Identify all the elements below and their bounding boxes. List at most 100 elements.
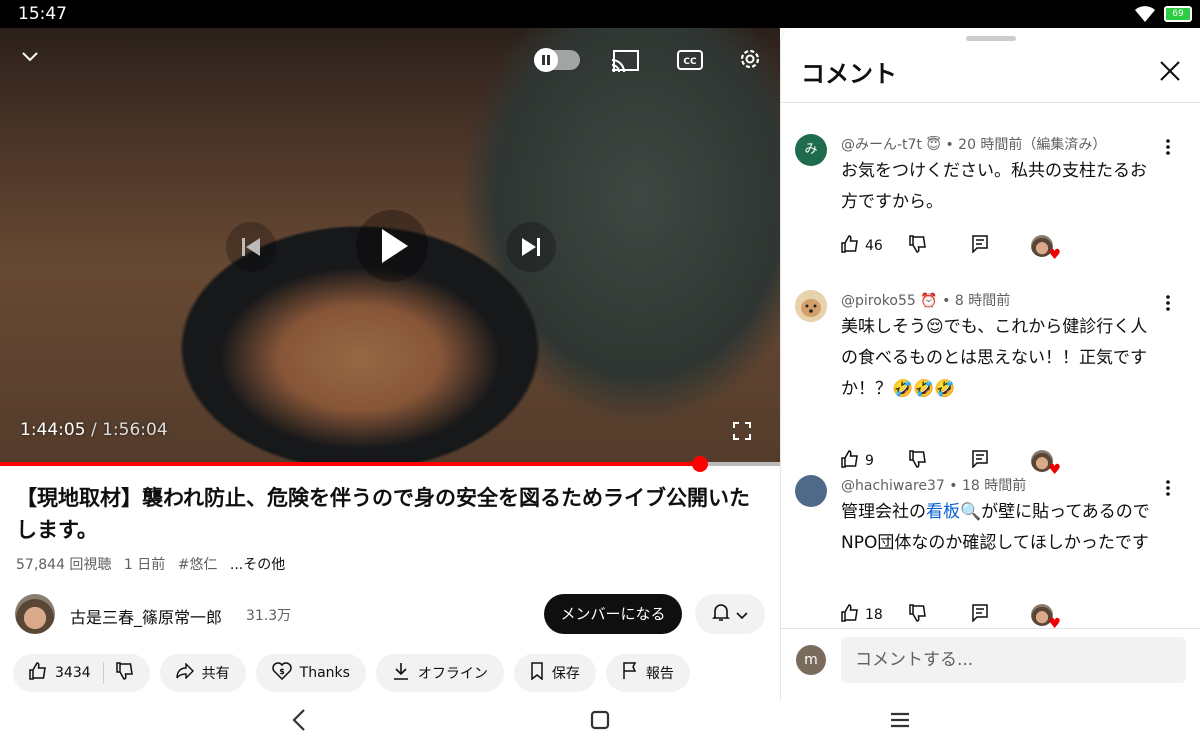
video-meta[interactable]: 57,844 回視聴 1 日前 #悠仁 ...その他: [16, 554, 293, 574]
comment-text-before: 管理会社の: [841, 502, 926, 522]
hashtag[interactable]: #悠仁: [178, 557, 218, 573]
fullscreen-icon[interactable]: [733, 422, 751, 444]
flag-icon: [622, 662, 638, 684]
share-button[interactable]: 共有: [159, 654, 246, 692]
download-label: オフライン: [417, 666, 488, 682]
reply-icon[interactable]: [971, 450, 1031, 472]
svg-text:$: $: [279, 667, 285, 676]
video-player[interactable]: CC 1:44:05 / 1:56:04: [0, 28, 780, 465]
comment-header: @みーん-t7t 😇 • 20 時間前（編集済み）: [841, 134, 1106, 154]
battery-icon: 69: [1164, 6, 1192, 22]
svg-text:CC: CC: [683, 57, 697, 67]
settings-gear-icon[interactable]: [737, 46, 763, 76]
reply-icon[interactable]: [971, 235, 1031, 257]
pause-icon: [534, 48, 558, 72]
collapse-chevron-icon[interactable]: [18, 44, 42, 72]
comment-time: • 20 時間前（編集済み）: [945, 137, 1107, 153]
report-button[interactable]: 報告: [605, 654, 690, 692]
chevron-down-icon: [736, 605, 748, 624]
video-title[interactable]: 【現地取材】襲われ防止、危険を伴うので身の安全を図るためライブ公開いたします。: [16, 482, 766, 546]
thumbs-up-icon[interactable]: [841, 450, 859, 472]
comment-avatar[interactable]: [795, 475, 827, 507]
more-vert-icon[interactable]: [1165, 294, 1171, 316]
channel-name[interactable]: 古是三春_篠原常一郎: [70, 604, 222, 628]
creator-heart-icon: [1031, 604, 1061, 632]
notification-bell-button[interactable]: [695, 594, 765, 634]
join-membership-button[interactable]: メンバーになる: [544, 594, 682, 634]
system-nav-bar: [0, 700, 1200, 750]
duration: 1:56:04: [102, 420, 168, 440]
comment-like-count: 18: [865, 607, 883, 623]
comment-author[interactable]: @みーん-t7t: [841, 137, 922, 153]
comment-header: @piroko55 ⏰ • 8 時間前: [841, 290, 1010, 310]
current-time: 1:44:05: [20, 420, 86, 440]
channel-avatar[interactable]: [15, 594, 55, 634]
comment-badge: 😇: [926, 137, 941, 153]
heart-dollar-icon: $: [271, 662, 292, 684]
share-icon: [175, 662, 194, 683]
comment-composer: m: [781, 628, 1200, 700]
comments-title: コメント: [801, 60, 897, 88]
autoplay-toggle[interactable]: [534, 48, 580, 72]
thumbs-up-icon[interactable]: [29, 662, 47, 684]
comment-text: 管理会社の看板🔍が壁に貼ってあるのでNPO団体なのか確認してほしかったです: [841, 497, 1161, 559]
thumbs-down-icon[interactable]: [909, 235, 971, 257]
action-bar: 3434 共有 $ Thanks オフライン 保存 報告: [13, 654, 690, 692]
cast-icon[interactable]: [610, 48, 640, 78]
captions-icon[interactable]: CC: [677, 49, 703, 75]
status-time: 15:47: [18, 4, 67, 24]
divider: [102, 662, 104, 684]
comment-header: @hachiware37 • 18 時間前: [841, 475, 1026, 495]
creator-heart-icon: [1031, 450, 1061, 478]
comment-text: 美味しそう😌でも、これから健診行く人の食べるものとは思えない！！正気ですか！？🤣…: [841, 317, 1148, 399]
progress-bar[interactable]: [0, 456, 780, 472]
thumbs-down-icon[interactable]: [909, 450, 971, 472]
thumbs-up-icon[interactable]: [841, 235, 859, 257]
scrubber-handle[interactable]: [691, 456, 708, 472]
thanks-label: Thanks: [299, 665, 350, 681]
upload-age: 1 日前: [123, 557, 166, 573]
more-vert-icon[interactable]: [1165, 138, 1171, 160]
home-icon[interactable]: [588, 708, 612, 736]
next-icon[interactable]: [506, 222, 556, 272]
comment-author[interactable]: @piroko55: [841, 293, 916, 309]
recents-menu-icon[interactable]: [888, 708, 912, 736]
close-icon[interactable]: [1159, 60, 1181, 86]
comment-actions: 18: [841, 604, 1061, 632]
thumbs-up-icon[interactable]: [841, 604, 859, 626]
creator-heart-icon: [1031, 235, 1061, 263]
download-button[interactable]: オフライン: [375, 654, 504, 692]
share-label: 共有: [201, 666, 230, 682]
report-label: 報告: [645, 666, 674, 682]
more-link[interactable]: ...その他: [230, 557, 285, 573]
subscriber-count: 31.3万: [246, 608, 292, 624]
search-link[interactable]: 看板🔍: [926, 502, 981, 522]
thumbs-down-icon[interactable]: [115, 662, 134, 684]
more-vert-icon[interactable]: [1165, 479, 1171, 501]
my-avatar: m: [796, 645, 826, 675]
like-count: 3434: [55, 665, 91, 681]
thanks-button[interactable]: $ Thanks: [255, 654, 366, 692]
back-icon[interactable]: [288, 708, 312, 736]
drag-handle[interactable]: [966, 36, 1016, 41]
comment-text: お気をつけください。私共の支柱たるお方ですから。: [841, 161, 1147, 212]
play-icon[interactable]: [356, 210, 428, 282]
bell-icon: [712, 602, 730, 626]
comment-input[interactable]: [841, 637, 1186, 683]
comment-avatar[interactable]: み: [795, 134, 827, 166]
comment-actions: 9: [841, 450, 1061, 478]
wifi-icon: [1134, 5, 1156, 27]
comment-time: • 8 時間前: [942, 293, 1011, 309]
comment-time: • 18 時間前: [949, 478, 1027, 494]
thumbs-down-icon[interactable]: [909, 604, 971, 626]
comment-avatar[interactable]: [795, 290, 827, 322]
comments-panel: コメント み @みーん-t7t 😇 • 20 時間前（編集済み） お気をつけくだ…: [780, 28, 1200, 700]
download-icon: [392, 662, 410, 684]
reply-icon[interactable]: [971, 604, 1031, 626]
comment-author[interactable]: @hachiware37: [841, 478, 945, 494]
time-display: 1:44:05 / 1:56:04: [20, 420, 168, 440]
save-button[interactable]: 保存: [513, 654, 596, 692]
status-bar: 15:47 69: [0, 0, 1200, 28]
like-dislike-button[interactable]: 3434: [13, 654, 150, 692]
previous-icon[interactable]: [226, 222, 276, 272]
